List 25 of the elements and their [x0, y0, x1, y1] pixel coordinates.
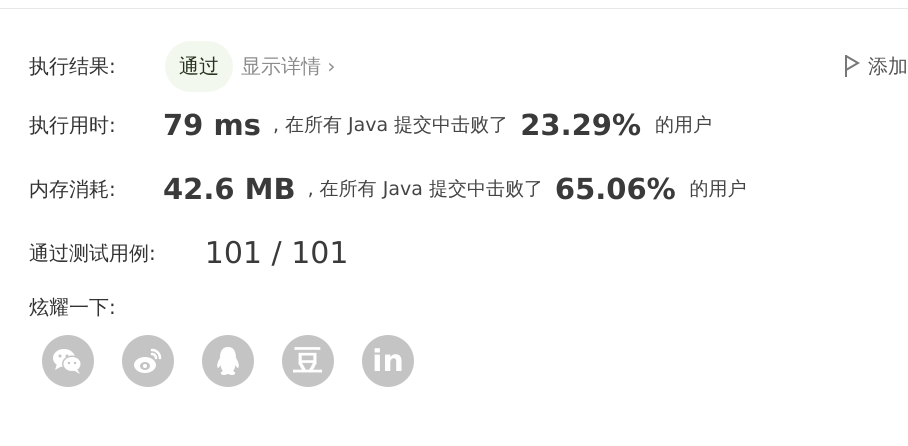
stat-value: 79 ms — [163, 108, 261, 142]
share-button[interactable]: in — [362, 335, 414, 387]
percentile-value: 23.29% — [520, 108, 642, 142]
flag-icon — [844, 54, 860, 78]
penguin-icon — [215, 346, 241, 376]
add-note-button[interactable]: 添加 — [844, 52, 908, 80]
tests-value: 101 / 101 — [204, 236, 348, 270]
stat-value: 42.6 MB — [163, 172, 296, 206]
share-button[interactable] — [42, 335, 94, 387]
result-label: 执行结果: — [29, 52, 117, 80]
stat-label: 执行用时: — [29, 112, 117, 138]
share-button[interactable]: 豆 — [282, 335, 334, 387]
eye-waves-icon — [132, 347, 164, 375]
stat-label: 内存消耗: — [29, 176, 117, 202]
stat-text: 的用户 — [690, 177, 747, 202]
stat-text: , 在所有 Java 提交中击败了 — [308, 177, 543, 202]
tests-label: 通过测试用例: — [29, 240, 156, 266]
share-button[interactable] — [122, 335, 174, 387]
stat-text: , 在所有 Java 提交中击败了 — [272, 113, 508, 138]
stat-text: 的用户 — [655, 113, 712, 138]
percentile-value: 65.06% — [554, 172, 676, 206]
share-button[interactable] — [202, 335, 254, 387]
details-link[interactable]: 显示详情 › — [241, 52, 336, 80]
status-badge: 通过 — [165, 40, 233, 92]
share-label: 炫耀一下: — [29, 294, 116, 320]
